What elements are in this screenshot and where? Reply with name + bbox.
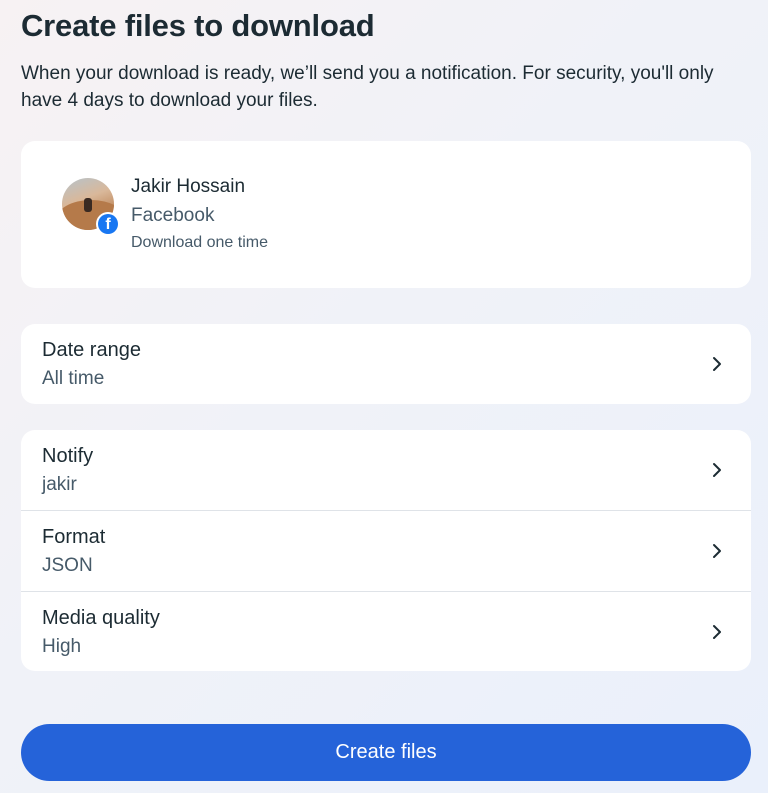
avatar-wrap: f <box>62 178 120 236</box>
notify-row[interactable]: Notify jakir <box>21 430 751 510</box>
media-quality-value: High <box>42 636 82 657</box>
date-range-label: Date range <box>42 339 141 361</box>
create-files-button[interactable]: Create files <box>21 724 751 781</box>
chevron-right-icon <box>713 544 721 558</box>
account-name: Jakir Hossain <box>131 176 246 197</box>
media-quality-row[interactable]: Media quality High <box>21 592 751 672</box>
account-platform: Facebook <box>131 205 215 226</box>
chevron-right-icon <box>713 463 721 477</box>
format-label: Format <box>42 526 106 548</box>
media-quality-label: Media quality <box>42 607 160 629</box>
account-download-note: Download one time <box>131 234 268 251</box>
account-card: f Jakir Hossain Facebook Download one ti… <box>21 141 751 288</box>
page-title: Create files to download <box>21 8 375 43</box>
format-row[interactable]: Format JSON <box>21 511 751 591</box>
notify-label: Notify <box>42 445 94 467</box>
date-range-value: All time <box>42 368 105 389</box>
date-range-card: Date range All time <box>21 324 751 404</box>
download-settings-card: Notify jakir Format JSON Media quality H… <box>21 430 751 671</box>
page-description: When your download is ready, we’ll send … <box>21 63 714 111</box>
chevron-right-icon <box>713 625 721 639</box>
format-value: JSON <box>42 555 93 576</box>
facebook-icon: f <box>96 212 120 236</box>
date-range-row[interactable]: Date range All time <box>21 324 751 404</box>
notify-value: jakir <box>42 474 77 495</box>
chevron-right-icon <box>713 357 721 371</box>
